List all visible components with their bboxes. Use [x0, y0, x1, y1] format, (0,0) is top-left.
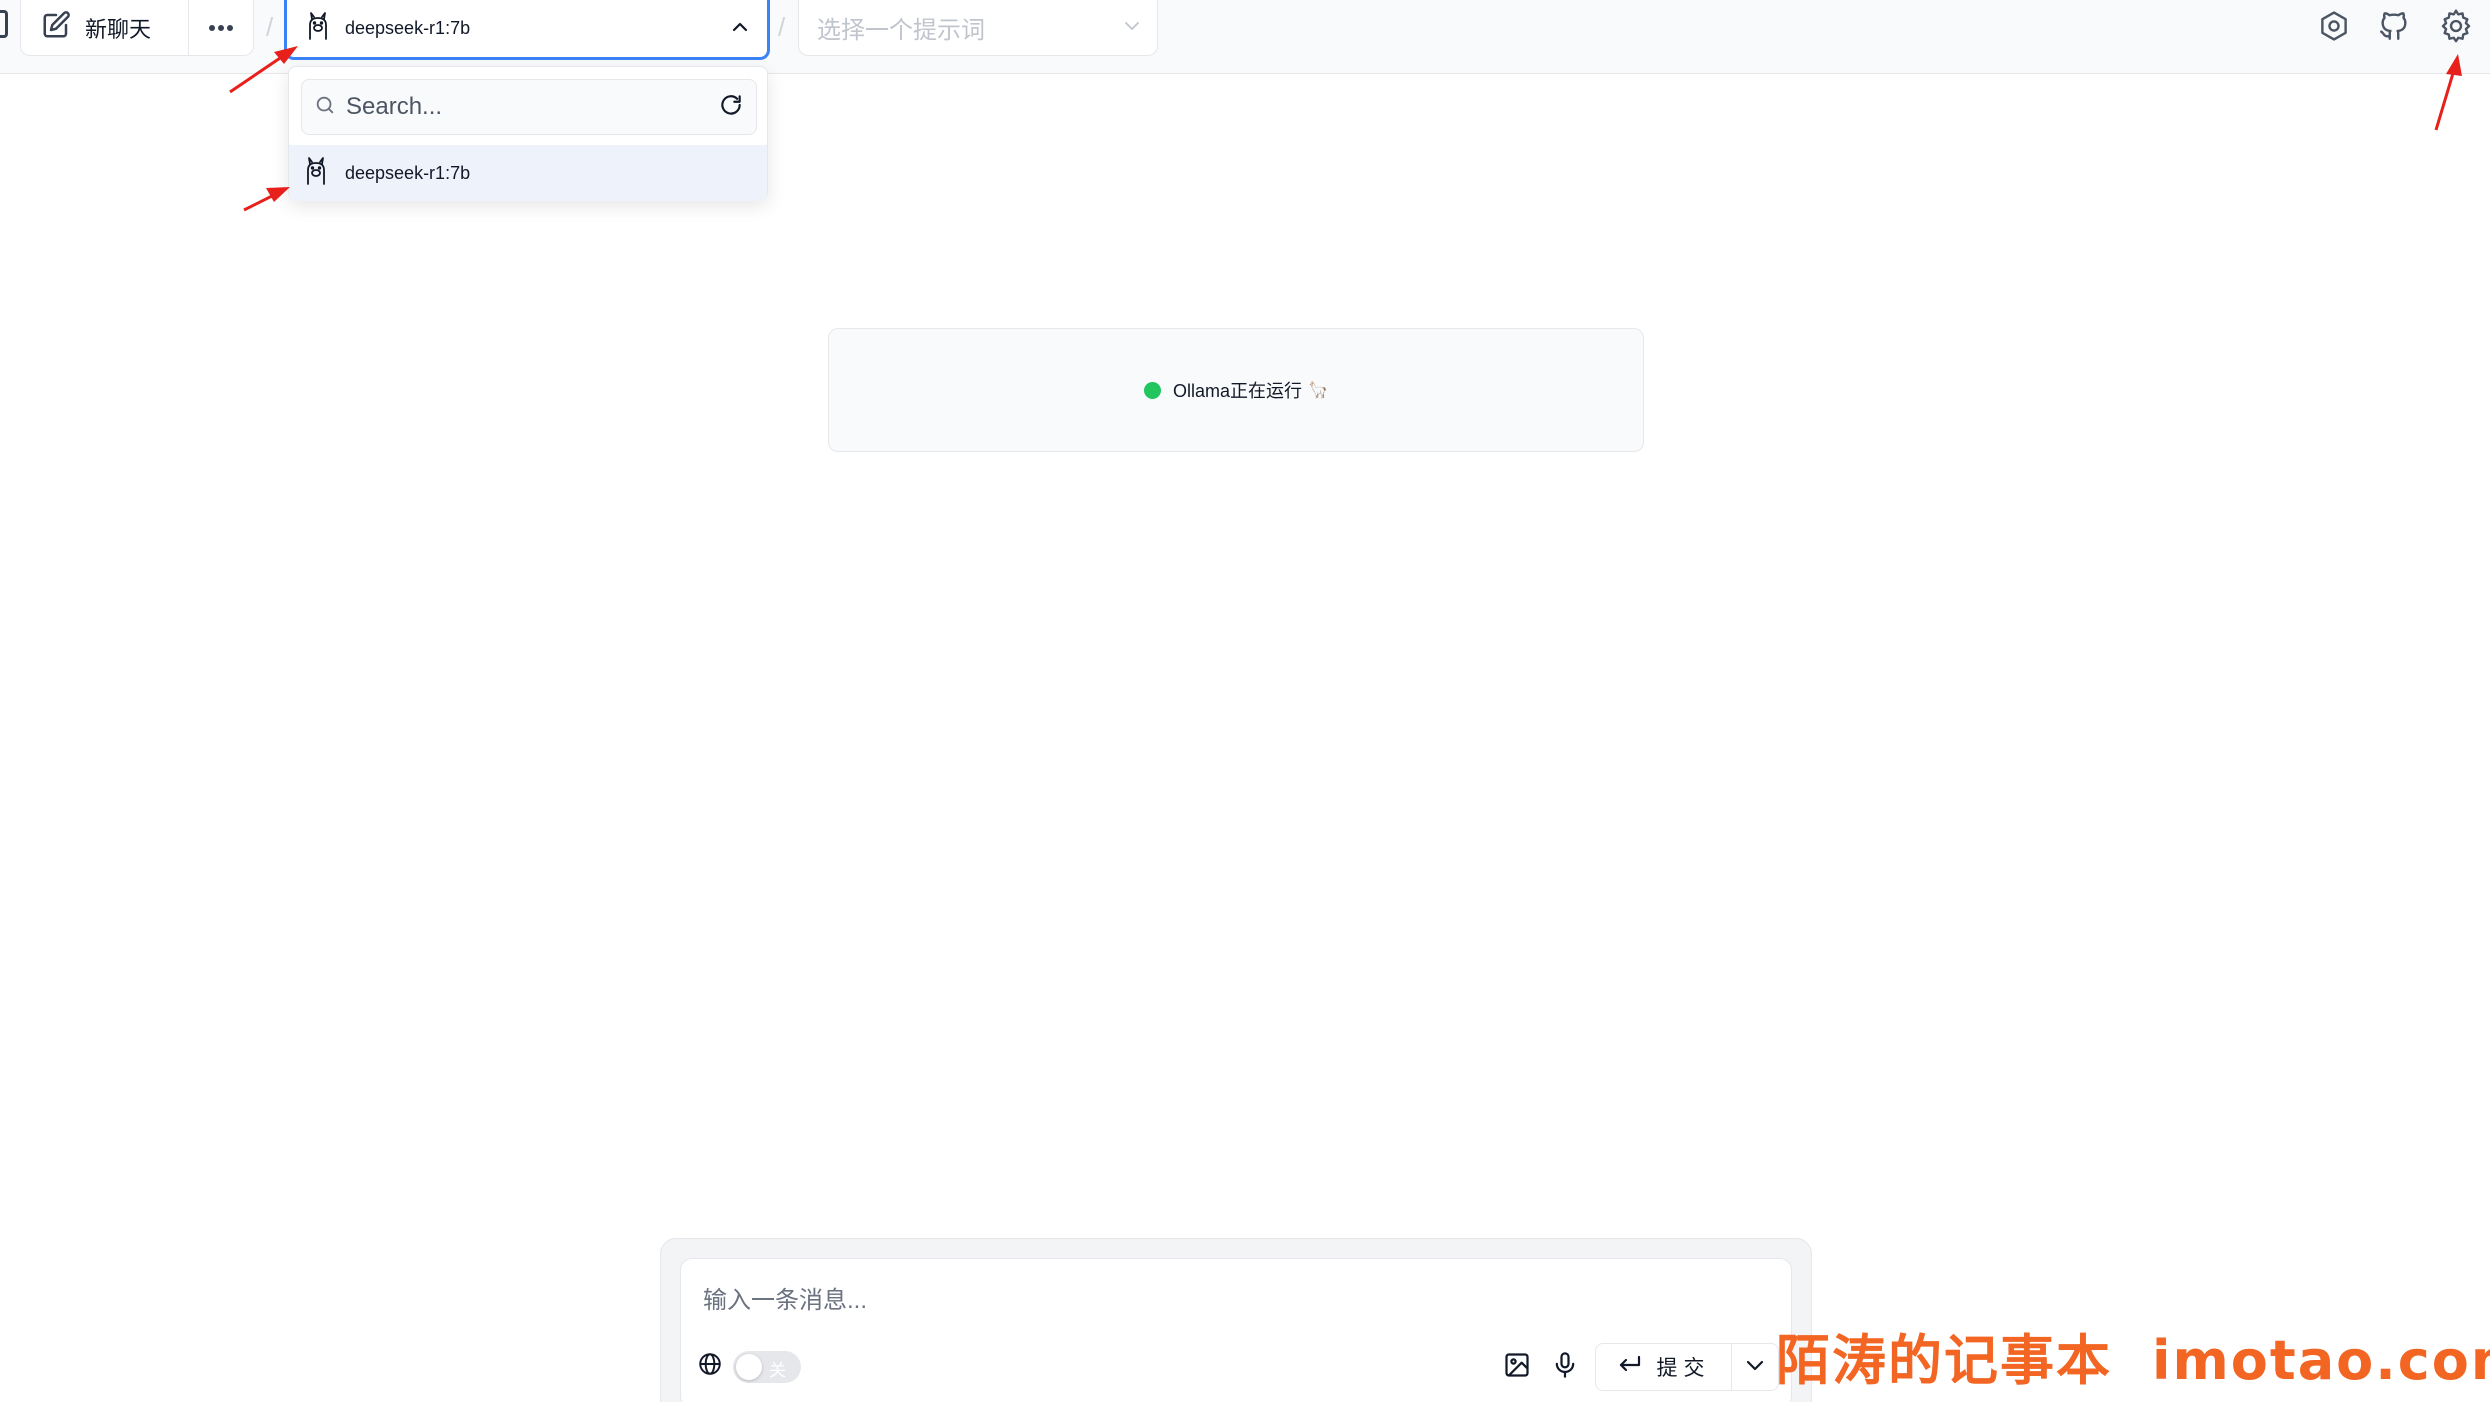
- refresh-icon[interactable]: [718, 92, 744, 123]
- toggle-knob: [736, 1354, 762, 1380]
- model-select[interactable]: deepseek-r1:7b: [284, 0, 770, 60]
- submit-button[interactable]: 提交: [1596, 1344, 1732, 1390]
- chevron-down-icon: [1123, 19, 1141, 37]
- watermark: 陌涛的记事本 imotao.com: [1776, 1316, 2490, 1392]
- llama-emoji: 🦙: [1308, 382, 1328, 399]
- chevron-up-icon: [731, 20, 749, 38]
- web-search-button[interactable]: [693, 1349, 727, 1383]
- model-option[interactable]: deepseek-r1:7b: [289, 145, 767, 201]
- submit-options-button[interactable]: [1732, 1344, 1778, 1390]
- watermark-url: imotao.com: [2152, 1329, 2490, 1392]
- status-indicator: [1144, 381, 1162, 399]
- ellipsis-icon: [208, 19, 234, 37]
- chat-actions-group: 新聊天: [20, 0, 254, 56]
- watermark-cn: 陌涛的记事本: [1776, 1329, 2112, 1392]
- web-search-toggle[interactable]: 关: [733, 1351, 801, 1383]
- annotation-arrows: [229, 46, 2462, 212]
- status-text: Ollama正在运行: [1173, 381, 1303, 401]
- model-search-box: [301, 79, 757, 135]
- model-option-label: deepseek-r1:7b: [345, 162, 471, 183]
- submit-group: 提交: [1595, 1343, 1779, 1391]
- selected-model-name: deepseek-r1:7b: [345, 18, 471, 38]
- llama-icon: [303, 156, 329, 191]
- more-options-button[interactable]: [189, 0, 253, 55]
- status-card: Ollama正在运行 🦙: [828, 328, 1644, 452]
- sidebar-toggle-icon[interactable]: [0, 10, 8, 38]
- chevron-down-icon: [1745, 1358, 1765, 1376]
- github-button[interactable]: [2372, 6, 2416, 50]
- toggle-label: 关: [769, 1361, 786, 1380]
- search-icon: [314, 94, 336, 121]
- new-chat-button[interactable]: 新聊天: [21, 0, 189, 55]
- settings-button[interactable]: [2434, 6, 2478, 50]
- image-icon: [1503, 1351, 1531, 1384]
- breadcrumb-separator: /: [778, 12, 786, 42]
- attach-image-button[interactable]: [1497, 1347, 1537, 1387]
- github-icon: [2377, 9, 2411, 48]
- voice-input-button[interactable]: [1545, 1347, 1585, 1387]
- gear-icon: [2317, 9, 2351, 48]
- model-dropdown: deepseek-r1:7b: [288, 66, 768, 201]
- submit-label: 提交: [1656, 1357, 1711, 1380]
- ollama-settings-button[interactable]: [2312, 6, 2356, 50]
- app-root: 新聊天 / deepseek-r1:7b / 选择一个提示词 Search...…: [0, 0, 2490, 1402]
- edit-icon: [41, 10, 71, 45]
- composer: 关 提交: [680, 1258, 1792, 1402]
- enter-icon: [1617, 1354, 1643, 1381]
- globe-icon: [697, 1351, 723, 1382]
- arrow-to-model-option: [243, 187, 290, 212]
- cog-icon: [2439, 8, 2473, 48]
- model-search-input[interactable]: [346, 93, 718, 121]
- microphone-icon: [1551, 1351, 1579, 1384]
- top-bar: 新聊天 / deepseek-r1:7b / 选择一个提示词: [0, 0, 2490, 74]
- prompt-select-placeholder: 选择一个提示词: [817, 17, 985, 44]
- llama-icon: [305, 11, 331, 46]
- breadcrumb-separator: /: [266, 12, 274, 42]
- prompt-select[interactable]: 选择一个提示词: [798, 0, 1158, 56]
- new-chat-label: 新聊天: [85, 16, 152, 42]
- message-input[interactable]: [703, 1281, 1763, 1321]
